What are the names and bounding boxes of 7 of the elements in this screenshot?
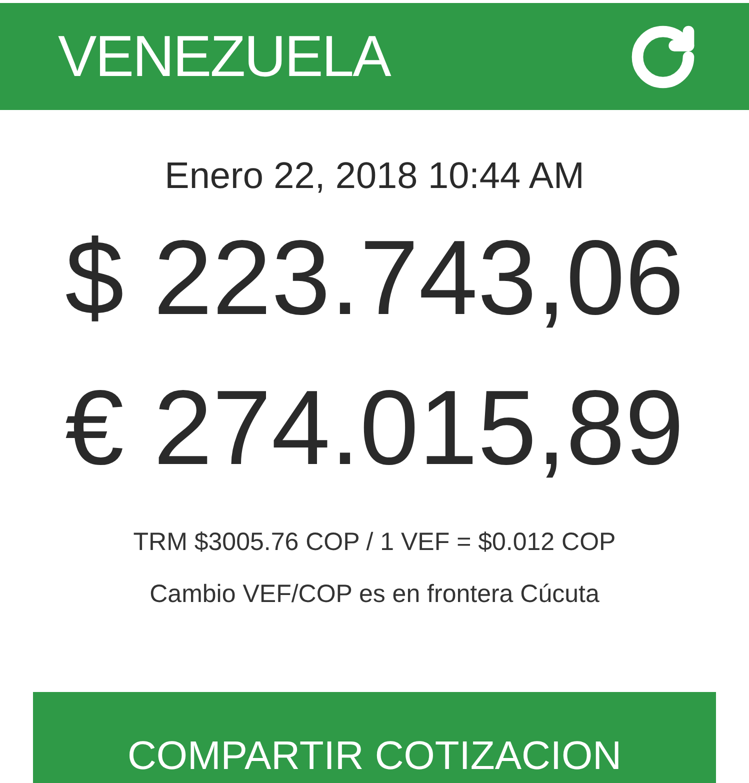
date-text: Enero 22, 2018 10:44 AM — [164, 154, 584, 198]
header-title: VENEZUELA — [58, 23, 390, 91]
note-text: TRM $3005.76 COP / 1 VEF = $0.012 COP — [133, 527, 616, 558]
share-button[interactable]: COMPARTIR COTIZACION — [33, 692, 716, 783]
note-text: Cambio VEF/COP es en frontera Cúcuta — [150, 579, 600, 610]
rate-amount: € 274.015,89 — [65, 368, 684, 488]
rate-amount: $ 223.743,06 — [65, 218, 684, 338]
